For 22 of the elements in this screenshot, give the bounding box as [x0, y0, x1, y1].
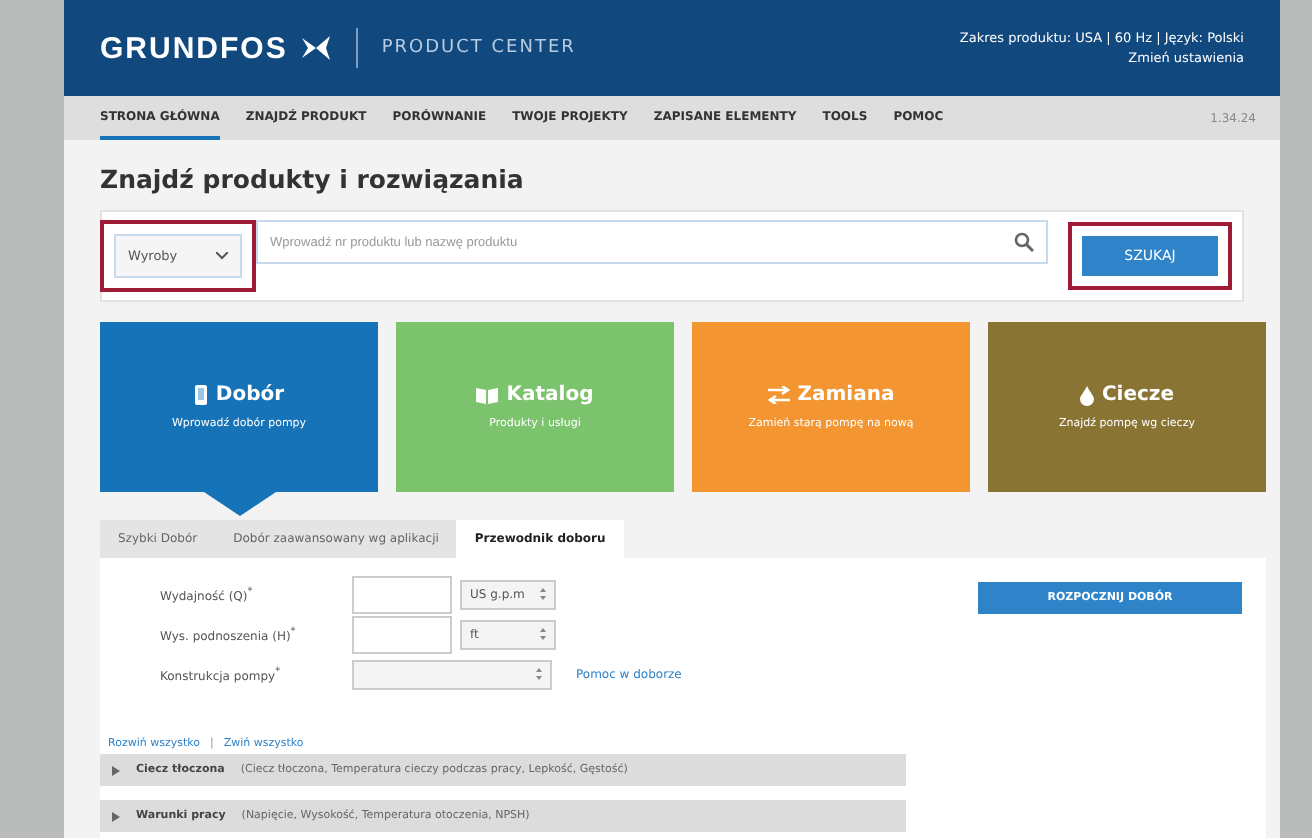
drop-icon — [1079, 385, 1094, 405]
tile-title: Dobór — [215, 384, 285, 406]
page-heading: Znajdź produkty i rozwiązania — [100, 164, 526, 194]
sort-arrows-icon — [540, 588, 546, 600]
logo-text: GRUNDFOS — [100, 31, 288, 65]
phone-icon — [193, 384, 208, 406]
search-icon[interactable] — [1014, 232, 1034, 252]
caret-right-icon — [112, 811, 120, 821]
book-icon — [476, 386, 499, 404]
tile-title: Ciecze — [1101, 384, 1175, 406]
product-center-label: PRODUCT CENTER — [381, 38, 576, 58]
swap-arrows-icon — [767, 386, 790, 404]
fish-logo-icon — [299, 34, 332, 62]
chevron-down-icon — [216, 252, 228, 260]
tile-title: Zamiana — [797, 384, 895, 406]
sort-arrows-icon — [536, 668, 542, 680]
caret-right-icon — [112, 765, 120, 775]
pump-type-select[interactable] — [352, 659, 552, 689]
number-field[interactable] — [352, 615, 452, 653]
sort-arrows-icon — [540, 628, 546, 640]
tile-title: Katalog — [506, 384, 594, 406]
number-field[interactable] — [352, 575, 452, 613]
